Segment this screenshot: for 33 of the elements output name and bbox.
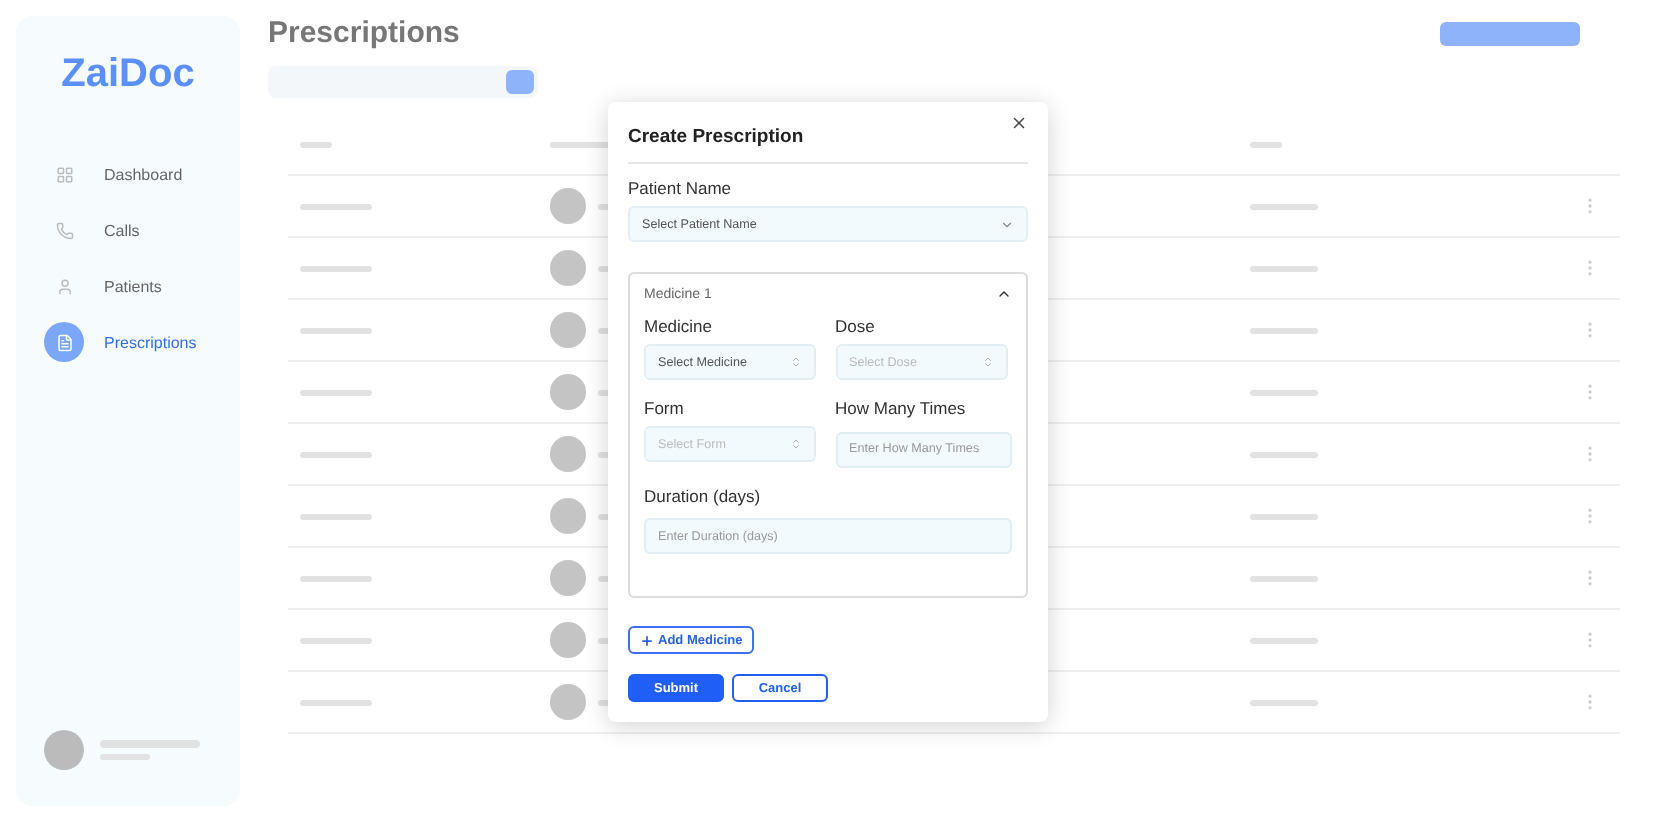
avatar [550, 560, 586, 596]
dialog-title: Create Prescription [628, 122, 1028, 164]
avatar [550, 498, 586, 534]
chevron-down-icon [1000, 217, 1014, 231]
field-label: Dose [835, 316, 877, 336]
collapse-button[interactable] [996, 286, 1012, 302]
field-label: Patient Name [628, 178, 733, 198]
nav-icon [55, 333, 73, 351]
nav-item[interactable]: Prescriptions [44, 314, 212, 370]
avatar [550, 312, 586, 348]
page-title: Prescriptions [268, 16, 460, 50]
nav-item[interactable]: Calls [44, 202, 212, 258]
search-field[interactable] [268, 66, 538, 98]
avatar [550, 622, 586, 658]
nav-icon [55, 277, 73, 295]
avatar [550, 436, 586, 472]
nav-item[interactable]: Dashboard [44, 146, 212, 202]
create-button[interactable] [1440, 21, 1580, 45]
close-button[interactable] [1010, 114, 1028, 132]
field-label: Duration (days) [644, 485, 763, 505]
nav-item[interactable]: Patients [44, 258, 212, 314]
logo: ZaiDoc [59, 52, 197, 98]
avatar [44, 730, 84, 770]
field-label: How Many Times [835, 398, 968, 418]
nav-icon [55, 165, 73, 183]
plus-icon [640, 633, 654, 647]
nav-icon [55, 221, 73, 239]
avatar [550, 684, 586, 720]
field-label: Medicine [644, 316, 715, 336]
field-label: Form [644, 398, 686, 418]
avatar [550, 250, 586, 286]
avatar [550, 374, 586, 410]
avatar [550, 188, 586, 224]
